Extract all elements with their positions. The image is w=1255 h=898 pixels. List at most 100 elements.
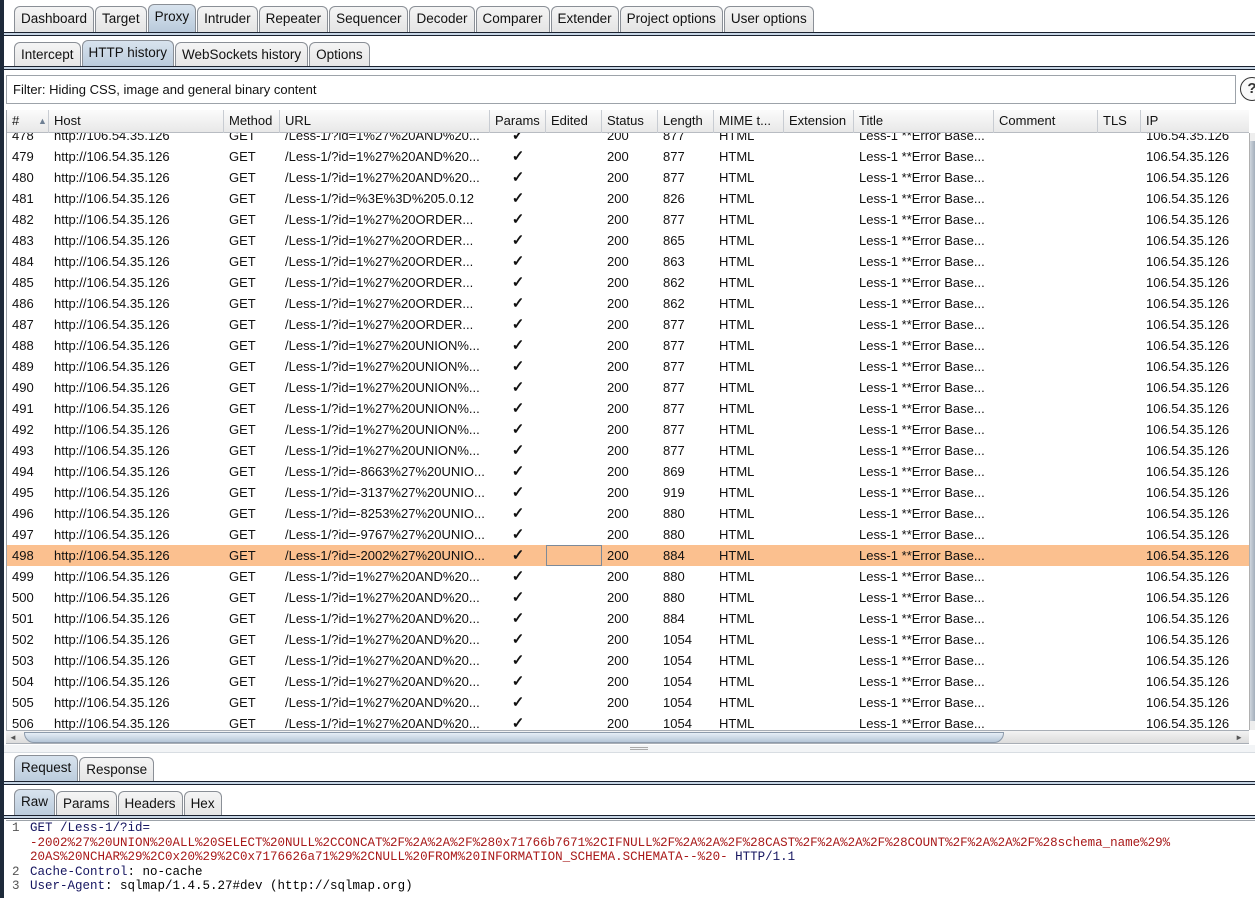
cell-length: 865 [663, 233, 685, 248]
column-header-method[interactable]: Method [224, 110, 280, 133]
column-header-tls[interactable]: TLS [1098, 110, 1141, 133]
column-header-status[interactable]: Status [602, 110, 658, 133]
vertical-scroll-thumb[interactable] [1250, 141, 1255, 721]
table-row[interactable]: 489 http://106.54.35.126 GET/Less-1/?id=1%… [7, 356, 1249, 377]
scroll-right-icon[interactable]: ► [1235, 731, 1243, 744]
proxy-tab-intercept[interactable]: Intercept [14, 42, 81, 68]
cell-title: Less-1 **Error Base... [859, 485, 985, 500]
cell-method: GET [229, 401, 256, 416]
tab-user-options[interactable]: User options [723, 6, 814, 32]
table-row[interactable]: 487 http://106.54.35.126 GET/Less-1/?id=1%… [7, 314, 1249, 335]
cell-tls [1098, 608, 1141, 629]
tab-repeater[interactable]: Repeater [258, 6, 329, 32]
cell-length: 1054 [663, 632, 692, 647]
column-header-host[interactable]: Host [49, 110, 224, 133]
table-row[interactable]: 491 http://106.54.35.126 GET/Less-1/?id=1%… [7, 398, 1249, 419]
cell-url: /Less-1/?id=%3E%3D%205.0.12 [285, 191, 474, 206]
tab-extender[interactable]: Extender [550, 6, 619, 32]
column-header-title[interactable]: Title [854, 110, 994, 133]
tab-decoder[interactable]: Decoder [409, 6, 475, 32]
cell-edited [546, 293, 602, 314]
column-header-extension[interactable]: Extension [784, 110, 854, 133]
proxy-tab-options[interactable]: Options [309, 42, 370, 68]
table-row[interactable]: 504 http://106.54.35.126 GET/Less-1/?id=1%… [7, 671, 1249, 692]
request-editor[interactable]: 1 GET /Less-1/?id= -2002%27%20UNION%20ALL%… [6, 820, 1255, 898]
tab-target[interactable]: Target [95, 6, 147, 32]
proxy-tab-websockets-history[interactable]: WebSockets history [175, 42, 309, 68]
table-row[interactable]: 485 http://106.54.35.126 GET/Less-1/?id=1%… [7, 272, 1249, 293]
cell-edited [546, 566, 602, 587]
tab-comparer[interactable]: Comparer [475, 6, 550, 32]
column-header-label: Length [663, 113, 703, 128]
table-row[interactable]: 492 http://106.54.35.126 GET/Less-1/?id=1%… [7, 419, 1249, 440]
main-tabbar: Dashboard Target Proxy Intruder Repeater Sequ… [4, 2, 1255, 32]
cell-number: 498 [12, 548, 34, 563]
column-header-length[interactable]: Length [658, 110, 714, 133]
column-header-ip[interactable]: IP [1141, 110, 1249, 133]
cell-host: http://106.54.35.126 [54, 401, 170, 416]
column-header-params[interactable]: Params [490, 110, 546, 133]
table-row[interactable]: 482 http://106.54.35.126 GET/Less-1/?id=1%… [7, 209, 1249, 230]
help-icon[interactable]: ? [1240, 77, 1255, 101]
view-tab-hex[interactable]: Hex [183, 791, 222, 817]
table-row[interactable]: 490 http://106.54.35.126 GET/Less-1/?id=1%… [7, 377, 1249, 398]
cell-comment [994, 545, 1098, 566]
table-row[interactable]: 501 http://106.54.35.126 GET/Less-1/?id=1%… [7, 608, 1249, 629]
column-header-comment[interactable]: Comment [994, 110, 1098, 133]
view-tab-raw[interactable]: Raw [14, 789, 56, 817]
column-header-number[interactable]: # ▲ [7, 110, 49, 133]
column-header-edited[interactable]: Edited [546, 110, 602, 133]
table-row[interactable]: 493 http://106.54.35.126 GET/Less-1/?id=1%… [7, 440, 1249, 461]
table-row[interactable]: 499 http://106.54.35.126 GET/Less-1/?id=1%… [7, 566, 1249, 587]
table-row[interactable]: 502 http://106.54.35.126 GET/Less-1/?id=1%… [7, 629, 1249, 650]
table-row[interactable]: 478 http://106.54.35.126 GET/Less-1/?id=1%… [7, 133, 1249, 146]
tab-dashboard[interactable]: Dashboard [14, 6, 95, 32]
table-row[interactable]: 496 http://106.54.35.126 GET/Less-1/?id=-8… [7, 503, 1249, 524]
table-row[interactable]: 498 http://106.54.35.126 GET/Less-1/?id=-2… [7, 545, 1249, 566]
table-row[interactable]: 481 http://106.54.35.126 GET/Less-1/?id=%3… [7, 188, 1249, 209]
filter-bar[interactable]: Filter: Hiding CSS, image and general bi… [6, 75, 1236, 104]
vertical-scrollbar[interactable] [1249, 133, 1255, 730]
view-tab-headers[interactable]: Headers [117, 791, 183, 817]
table-row[interactable]: 503 http://106.54.35.126 GET/Less-1/?id=1%… [7, 650, 1249, 671]
table-row[interactable]: 486 http://106.54.35.126 GET/Less-1/?id=1%… [7, 293, 1249, 314]
cell-method: GET [229, 296, 256, 311]
proxy-tab-http-history[interactable]: HTTP history [81, 40, 175, 68]
table-row[interactable]: 506 http://106.54.35.126 GET/Less-1/?id=1%… [7, 713, 1249, 730]
table-row[interactable]: 495 http://106.54.35.126 GET/Less-1/?id=-3… [7, 482, 1249, 503]
table-row[interactable]: 488 http://106.54.35.126 GET/Less-1/?id=1%… [7, 335, 1249, 356]
cell-edited [546, 482, 602, 503]
params-check-icon: ✓ [511, 673, 525, 690]
table-row[interactable]: 483 http://106.54.35.126 GET/Less-1/?id=1%… [7, 230, 1249, 251]
tab-proxy[interactable]: Proxy [147, 4, 197, 32]
table-row[interactable]: 484 http://106.54.35.126 GET/Less-1/?id=1%… [7, 251, 1249, 272]
horizontal-scroll-thumb[interactable] [24, 732, 1004, 743]
table-row[interactable]: 500 http://106.54.35.126 GET/Less-1/?id=1%… [7, 587, 1249, 608]
table-row[interactable]: 479 http://106.54.35.126 GET/Less-1/?id=1%… [7, 146, 1249, 167]
tab-project-options[interactable]: Project options [619, 6, 723, 32]
cell-mime-type: HTML [719, 590, 755, 605]
tab-sequencer[interactable]: Sequencer [329, 6, 409, 32]
splitter-grip-icon[interactable] [630, 747, 648, 750]
tab-intruder[interactable]: Intruder [197, 6, 258, 32]
pane-splitter[interactable] [4, 745, 1255, 753]
cell-number: 490 [12, 380, 34, 395]
cell-extension [784, 398, 854, 419]
message-tab-response[interactable]: Response [79, 757, 155, 783]
cell-extension [784, 167, 854, 188]
cell-method: GET [229, 254, 256, 269]
cell-ip: 106.54.35.126 [1146, 653, 1230, 668]
view-tab-params[interactable]: Params [56, 791, 117, 817]
message-tab-request[interactable]: Request [14, 755, 79, 783]
table-row[interactable]: 494 http://106.54.35.126 GET/Less-1/?id=-8… [7, 461, 1249, 482]
horizontal-scrollbar[interactable]: ◄ ► [6, 730, 1249, 744]
table-row[interactable]: 497 http://106.54.35.126 GET/Less-1/?id=-9… [7, 524, 1249, 545]
cell-status: 200 [607, 527, 629, 542]
scroll-left-icon[interactable]: ◄ [9, 731, 17, 744]
cell-edited [546, 335, 602, 356]
column-header-mime-type[interactable]: MIME t... [714, 110, 784, 133]
cell-length: 877 [663, 212, 685, 227]
table-row[interactable]: 480 http://106.54.35.126 GET/Less-1/?id=1%… [7, 167, 1249, 188]
column-header-url[interactable]: URL [280, 110, 490, 133]
table-row[interactable]: 505 http://106.54.35.126 GET/Less-1/?id=1%… [7, 692, 1249, 713]
